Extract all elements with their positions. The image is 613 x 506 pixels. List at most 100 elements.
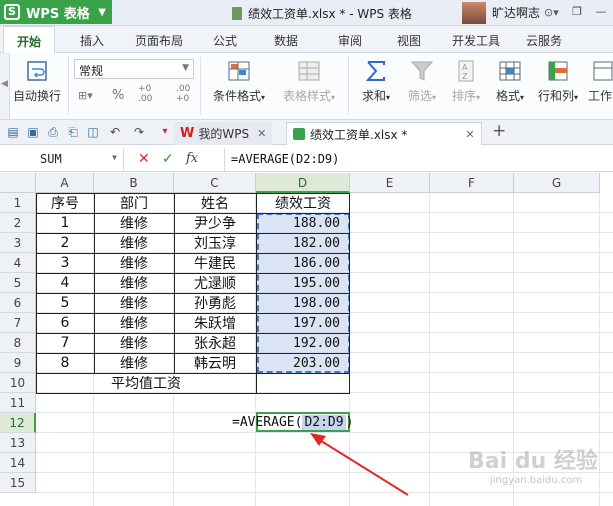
conditional-format-button[interactable]: 条件格式▾: [206, 59, 272, 104]
column-header-f[interactable]: F: [430, 173, 514, 193]
average-label-cell[interactable]: 平均值工资: [36, 373, 256, 393]
table-cell[interactable]: 1: [36, 213, 94, 233]
increase-decimal-icon[interactable]: +0.00: [138, 84, 152, 104]
print-preview-icon[interactable]: ⎙: [46, 125, 60, 139]
format-button[interactable]: 格式▾: [490, 59, 530, 104]
wrap-text-button[interactable]: 自动换行: [12, 59, 62, 104]
worksheet-button[interactable]: 工作: [588, 59, 613, 104]
app-menu-button[interactable]: S WPS 表格 ▼: [0, 0, 112, 24]
formula-input[interactable]: =AVERAGE(D2:D9): [224, 148, 613, 171]
column-header-g[interactable]: G: [514, 173, 600, 193]
table-cell[interactable]: 维修: [94, 333, 174, 353]
row-header-8[interactable]: 8: [0, 333, 36, 353]
row-header-5[interactable]: 5: [0, 273, 36, 293]
tab-home[interactable]: 开始: [3, 26, 56, 53]
row-header-6[interactable]: 6: [0, 293, 36, 313]
user-menu-icon[interactable]: ⊙▾: [544, 6, 559, 19]
new-tab-icon[interactable]: +: [492, 121, 506, 141]
row-header-9[interactable]: 9: [0, 353, 36, 373]
tab-insert[interactable]: 插入: [80, 32, 104, 49]
cancel-formula-icon[interactable]: ✕: [138, 151, 150, 167]
close-icon[interactable]: ✕: [257, 127, 266, 140]
undo-icon[interactable]: ↶: [108, 125, 122, 139]
table-cell[interactable]: 188.00: [256, 213, 350, 233]
table-cell[interactable]: 2: [36, 233, 94, 253]
name-box[interactable]: SUM ▼: [0, 148, 124, 171]
table-cell[interactable]: 部门: [94, 193, 174, 213]
table-cell[interactable]: 8: [36, 353, 94, 373]
table-cell[interactable]: 维修: [94, 213, 174, 233]
column-header-e[interactable]: E: [350, 173, 430, 193]
table-cell[interactable]: 张永超: [174, 333, 256, 353]
table-cell[interactable]: 刘玉淳: [174, 233, 256, 253]
select-all-corner[interactable]: [0, 173, 36, 193]
tab-cloud[interactable]: 云服务: [526, 32, 562, 49]
table-cell[interactable]: 6: [36, 313, 94, 333]
table-cell[interactable]: 197.00: [256, 313, 350, 333]
table-cell[interactable]: 维修: [94, 253, 174, 273]
print-icon[interactable]: ⎗: [66, 125, 80, 139]
table-cell[interactable]: 姓名: [174, 193, 256, 213]
table-cell[interactable]: 绩效工资: [256, 193, 350, 213]
insert-function-button[interactable]: fx: [186, 151, 198, 166]
filter-button[interactable]: 筛选▾: [402, 59, 442, 104]
minimize-icon[interactable]: —: [589, 0, 613, 24]
table-cell[interactable]: 192.00: [256, 333, 350, 353]
table-cell[interactable]: 孙勇彪: [174, 293, 256, 313]
row-header-15[interactable]: 15: [0, 473, 36, 493]
row-header-14[interactable]: 14: [0, 453, 36, 473]
table-cell[interactable]: 尤逯顺: [174, 273, 256, 293]
decrease-decimal-icon[interactable]: .00 +0: [176, 84, 190, 104]
open-folder-icon[interactable]: ▤: [6, 125, 20, 139]
table-cell[interactable]: 牛建民: [174, 253, 256, 273]
column-header-a[interactable]: A: [36, 173, 94, 193]
chevron-down-icon[interactable]: ▼: [112, 153, 117, 162]
restore-icon[interactable]: ❐: [565, 0, 589, 24]
table-cell[interactable]: 5: [36, 293, 94, 313]
percent-button[interactable]: %: [112, 88, 124, 103]
row-header-7[interactable]: 7: [0, 313, 36, 333]
number-format-select[interactable]: 常规 ▼: [74, 59, 194, 79]
row-header-3[interactable]: 3: [0, 233, 36, 253]
row-header-13[interactable]: 13: [0, 433, 36, 453]
customize-toolbar-icon[interactable]: ▾: [158, 125, 172, 139]
table-cell[interactable]: 维修: [94, 353, 174, 373]
tab-view[interactable]: 视图: [397, 32, 421, 49]
tab-review[interactable]: 审阅: [338, 32, 362, 49]
table-cell[interactable]: 203.00: [256, 353, 350, 373]
column-header-d[interactable]: D: [256, 173, 350, 193]
redo-icon[interactable]: ↷: [132, 125, 146, 139]
table-cell[interactable]: 3: [36, 253, 94, 273]
row-header-2[interactable]: 2: [0, 213, 36, 233]
ribbon-scroll-left-icon[interactable]: ◀: [0, 53, 10, 119]
table-cell[interactable]: 7: [36, 333, 94, 353]
table-cell[interactable]: 序号: [36, 193, 94, 213]
tab-page-layout[interactable]: 页面布局: [135, 32, 183, 49]
table-cell[interactable]: 维修: [94, 273, 174, 293]
table-cell[interactable]: 韩云明: [174, 353, 256, 373]
table-style-button[interactable]: 表格样式▾: [276, 59, 342, 104]
export-icon[interactable]: ◫: [86, 125, 100, 139]
save-icon[interactable]: ▣: [26, 125, 40, 139]
spreadsheet-grid[interactable]: ABCDEFG 1 2 3 4 5 6 7 8 9 10 11 12 13 14 15 序号 部门 姓名 绩效工资…: [0, 173, 613, 506]
table-cell[interactable]: 维修: [94, 293, 174, 313]
avatar[interactable]: [462, 1, 486, 24]
tab-developer[interactable]: 开发工具: [452, 32, 500, 49]
currency-icon[interactable]: ⊞▾: [78, 89, 93, 102]
tab-data[interactable]: 数据: [274, 32, 298, 49]
row-header-4[interactable]: 4: [0, 253, 36, 273]
confirm-formula-icon[interactable]: ✓: [162, 151, 174, 167]
column-header-c[interactable]: C: [174, 173, 256, 193]
table-cell[interactable]: 朱跃增: [174, 313, 256, 333]
sort-button[interactable]: A Z 排序▾: [446, 59, 486, 104]
rows-columns-button[interactable]: 行和列▾: [534, 59, 582, 104]
row-header-10[interactable]: 10: [0, 373, 36, 393]
table-cell[interactable]: 186.00: [256, 253, 350, 273]
table-cell[interactable]: 维修: [94, 313, 174, 333]
row-header-12[interactable]: 12: [0, 413, 36, 433]
table-cell[interactable]: 维修: [94, 233, 174, 253]
tab-formulas[interactable]: 公式: [213, 32, 237, 49]
close-icon[interactable]: ✕: [465, 128, 474, 141]
row-header-1[interactable]: 1: [0, 193, 36, 213]
row-header-11[interactable]: 11: [0, 393, 36, 413]
